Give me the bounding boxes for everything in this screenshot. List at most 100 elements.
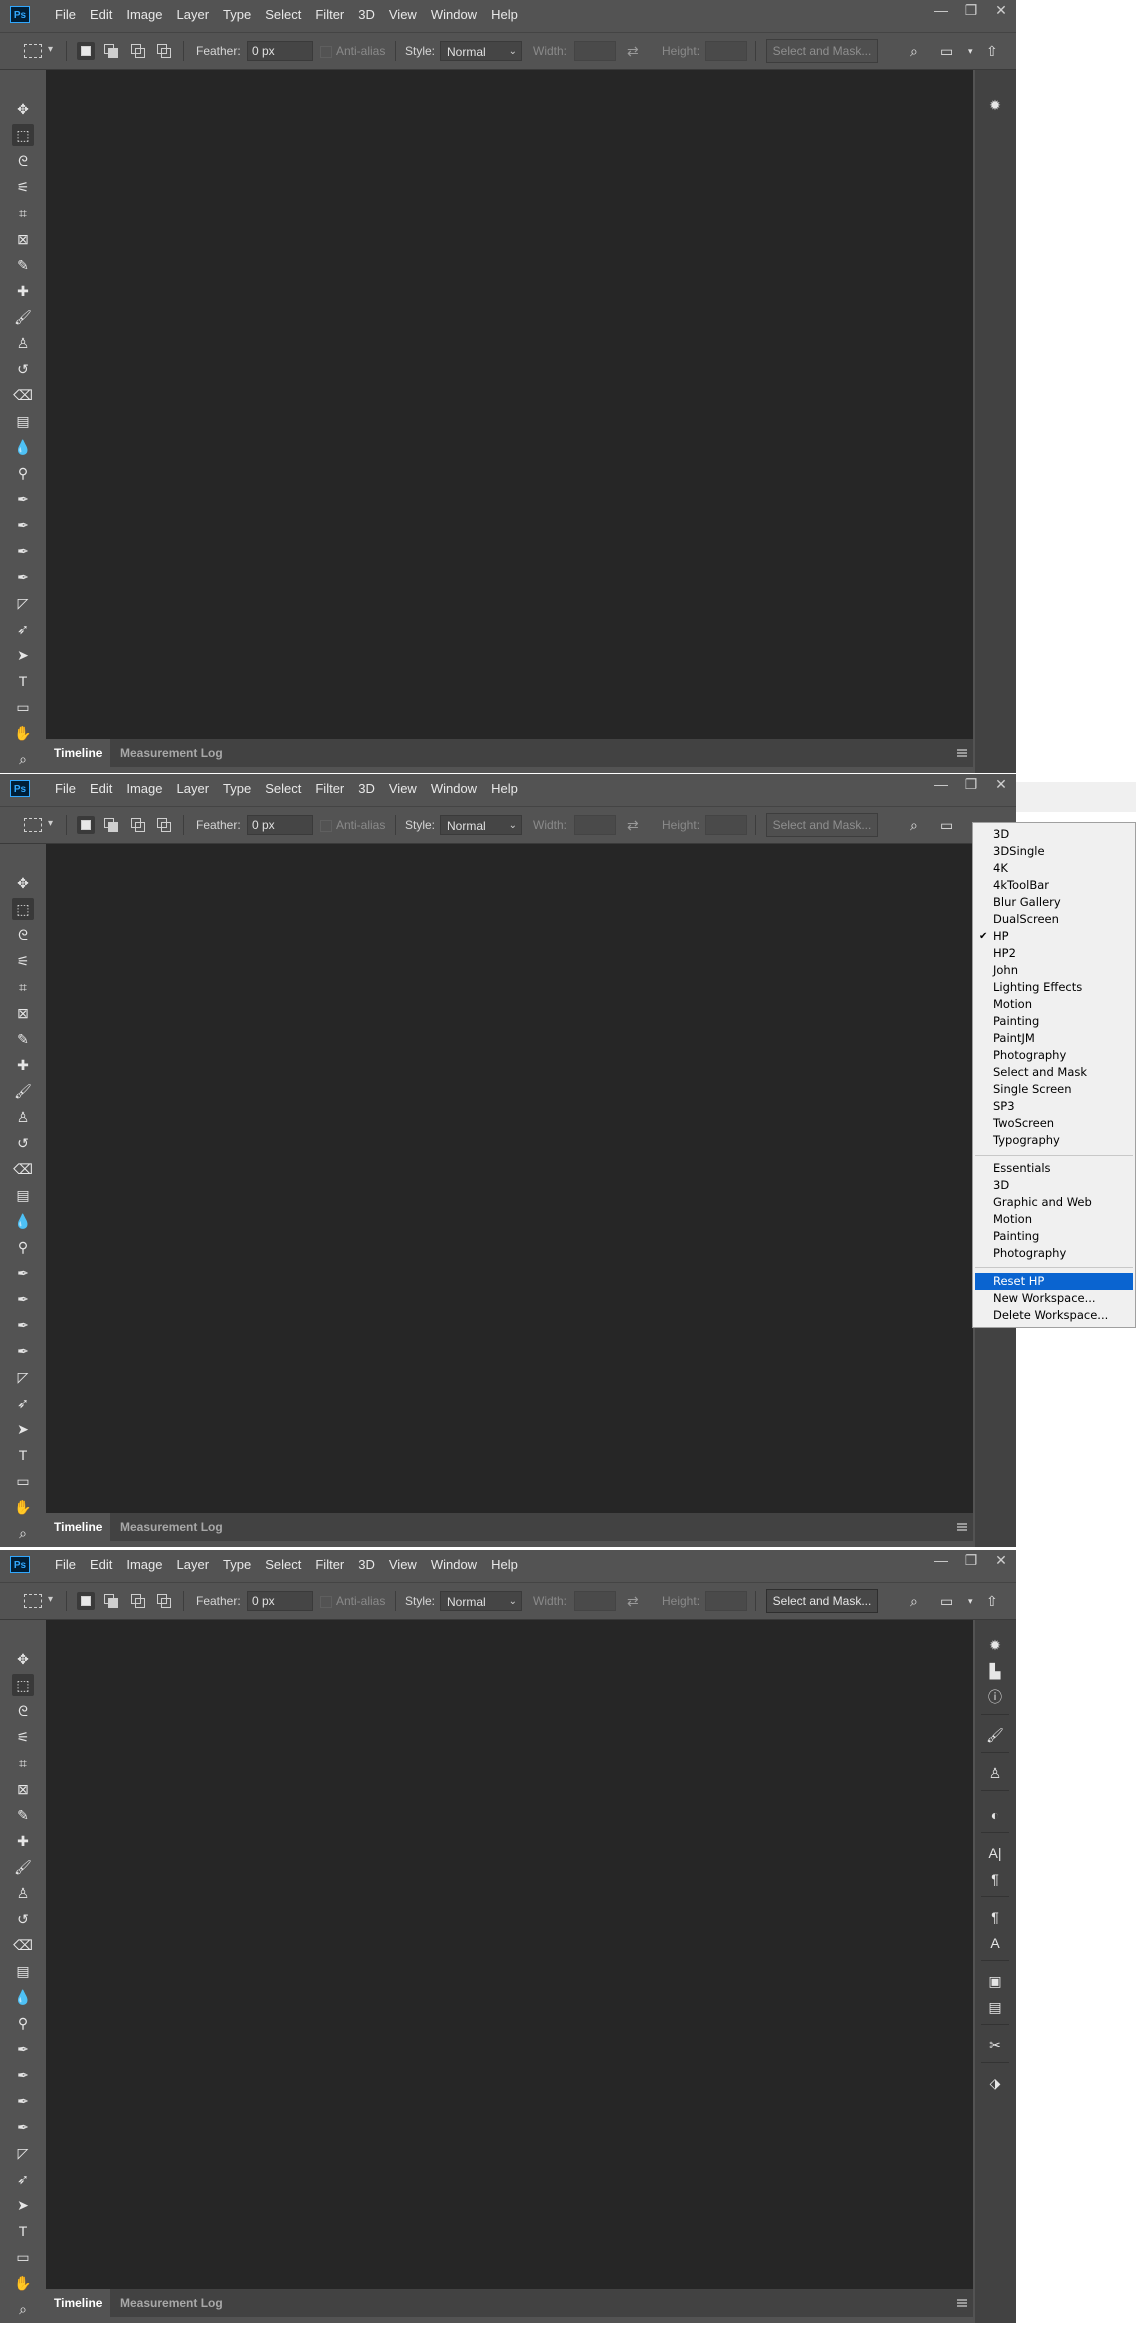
workspace-item[interactable]: PaintJM — [975, 1030, 1133, 1047]
close-button[interactable]: ✕ — [986, 0, 1016, 22]
histogram-panel-icon[interactable]: ▙ — [983, 1660, 1007, 1682]
tab-measurement-log[interactable]: Measurement Log — [112, 2289, 231, 2317]
menu-help[interactable]: Help — [484, 1550, 525, 1580]
chevron-down-icon[interactable]: ▾ — [968, 1583, 973, 1619]
gradient-tool-icon[interactable]: ▤ — [12, 410, 34, 432]
chevron-down-icon[interactable]: ▾ — [968, 33, 973, 69]
chevron-down-icon[interactable]: ▾ — [48, 1594, 53, 1605]
sparkle-panel-icon[interactable]: ✹ — [983, 94, 1007, 116]
workspace-item[interactable]: 3D — [975, 826, 1133, 843]
menu-image[interactable]: Image — [119, 1550, 169, 1580]
delete-workspace-item[interactable]: Delete Workspace... — [975, 1307, 1133, 1324]
menu-help[interactable]: Help — [484, 774, 525, 804]
feather-input[interactable]: 0 px — [247, 41, 313, 61]
zoom-tool-icon[interactable]: ⌕ — [12, 2298, 34, 2320]
workspace-item[interactable]: SP3 — [975, 1098, 1133, 1115]
subtract-selection-button[interactable] — [129, 42, 147, 60]
crop-tool-icon[interactable]: ⌗ — [12, 1752, 34, 1774]
zoom-tool-icon[interactable]: ⌕ — [12, 748, 34, 770]
lasso-tool-icon[interactable]: ᘓ — [12, 1700, 34, 1722]
tab-measurement-log[interactable]: Measurement Log — [112, 1513, 231, 1541]
menu-view[interactable]: View — [382, 774, 424, 804]
workspace-item[interactable]: 3D — [975, 1177, 1133, 1194]
menu-filter[interactable]: Filter — [308, 0, 351, 30]
swap-icon[interactable]: ⇄ — [627, 807, 639, 843]
sparkle-panel-icon[interactable]: ✹ — [983, 1634, 1007, 1656]
menu-file[interactable]: File — [48, 774, 83, 804]
brush-tool-icon[interactable]: 🖌 — [12, 1856, 34, 1878]
menu-edit[interactable]: Edit — [83, 774, 119, 804]
menu-window[interactable]: Window — [424, 774, 484, 804]
menu-image[interactable]: Image — [119, 774, 169, 804]
healing-brush-tool-icon[interactable]: ✚ — [12, 280, 34, 302]
path-select-tool-icon[interactable]: ◸ — [12, 1366, 34, 1388]
eraser-tool-icon[interactable]: ⌫ — [12, 384, 34, 406]
menu-3d[interactable]: 3D — [351, 1550, 382, 1580]
select-arrow-tool-icon[interactable]: ➤ — [12, 644, 34, 666]
zoom-tool-icon[interactable]: ⌕ — [12, 1522, 34, 1544]
menu-file[interactable]: File — [48, 1550, 83, 1580]
info-panel-icon[interactable]: ⓘ — [983, 1686, 1007, 1708]
magic-wand-tool-icon[interactable]: ⚟ — [12, 176, 34, 198]
pen-tool-icon[interactable]: ✒ — [12, 488, 34, 510]
workspace-item[interactable]: Motion — [975, 996, 1133, 1013]
select-and-mask-button[interactable]: Select and Mask... — [766, 813, 878, 837]
workspace-item[interactable]: Graphic and Web — [975, 1194, 1133, 1211]
chevron-down-icon[interactable]: ▾ — [48, 44, 53, 55]
paragraph-styles-panel-icon[interactable]: ¶ — [983, 1906, 1007, 1928]
menu-select[interactable]: Select — [258, 774, 308, 804]
character-styles-panel-icon[interactable]: A — [983, 1932, 1007, 1954]
curvature-pen-tool-icon[interactable]: ✒ — [12, 2064, 34, 2086]
brush-tool-icon[interactable]: 🖌 — [12, 306, 34, 328]
freeform-pen-tool-icon[interactable]: ✒ — [12, 540, 34, 562]
pen-tool-icon[interactable]: ✒ — [12, 1262, 34, 1284]
workspace-item[interactable]: 4kToolBar — [975, 877, 1133, 894]
close-button[interactable]: ✕ — [986, 774, 1016, 796]
restore-button[interactable]: ❐ — [956, 0, 986, 22]
workspace-item[interactable]: Typography — [975, 1132, 1133, 1149]
shape-tool-icon[interactable]: ▭ — [12, 1470, 34, 1492]
pen-tool-icon[interactable]: ✒ — [12, 2038, 34, 2060]
marquee-tool-icon[interactable]: ⬚ — [12, 898, 34, 920]
document-canvas[interactable] — [46, 70, 973, 739]
blur-tool-icon[interactable]: 💧 — [12, 436, 34, 458]
history-brush-tool-icon[interactable]: ↺ — [12, 1132, 34, 1154]
menu-image[interactable]: Image — [119, 0, 169, 30]
close-button[interactable]: ✕ — [986, 1550, 1016, 1572]
eraser-tool-icon[interactable]: ⌫ — [12, 1158, 34, 1180]
shape-tool-icon[interactable]: ▭ — [12, 696, 34, 718]
layer-comps-panel-icon[interactable]: ▣ — [983, 1970, 1007, 1992]
menu-edit[interactable]: Edit — [83, 1550, 119, 1580]
subtract-selection-button[interactable] — [129, 1592, 147, 1610]
workspace-item-checked[interactable]: ✔ HP — [975, 928, 1133, 945]
menu-type[interactable]: Type — [216, 774, 258, 804]
menu-select[interactable]: Select — [258, 1550, 308, 1580]
menu-view[interactable]: View — [382, 0, 424, 30]
share-icon[interactable]: ⇧ — [986, 33, 998, 69]
dodge-tool-icon[interactable]: ⚲ — [12, 1236, 34, 1258]
marquee-preset-icon[interactable] — [24, 44, 42, 58]
character-panel-icon[interactable]: A| — [983, 1842, 1007, 1864]
shape-tool-icon[interactable]: ▭ — [12, 2246, 34, 2268]
minimize-button[interactable]: — — [926, 1550, 956, 1572]
workspace-item[interactable]: 4K — [975, 860, 1133, 877]
restore-button[interactable]: ❐ — [956, 774, 986, 796]
share-icon[interactable]: ⇧ — [986, 1583, 998, 1619]
restore-button[interactable]: ❐ — [956, 1550, 986, 1572]
hand-tool-icon[interactable]: ✋ — [12, 722, 34, 744]
frame-tool-icon[interactable]: ⊠ — [12, 1778, 34, 1800]
add-selection-button[interactable] — [102, 816, 120, 834]
eyedropper-tool-icon[interactable]: ✎ — [12, 254, 34, 276]
type-tool-icon[interactable]: T — [12, 670, 34, 692]
content-aware-pen-tool-icon[interactable]: ✒ — [12, 2116, 34, 2138]
hand-tool-icon[interactable]: ✋ — [12, 1496, 34, 1518]
tab-timeline[interactable]: Timeline — [46, 1513, 111, 1541]
adjustments-panel-icon[interactable]: ◐ — [983, 1804, 1007, 1826]
add-selection-button[interactable] — [102, 42, 120, 60]
select-and-mask-button[interactable]: Select and Mask... — [766, 39, 878, 63]
workspace-item[interactable]: Painting — [975, 1228, 1133, 1245]
workspace-item[interactable]: Lighting Effects — [975, 979, 1133, 996]
tab-timeline[interactable]: Timeline — [46, 739, 111, 767]
workspace-item[interactable]: 3DSingle — [975, 843, 1133, 860]
history-brush-tool-icon[interactable]: ↺ — [12, 358, 34, 380]
